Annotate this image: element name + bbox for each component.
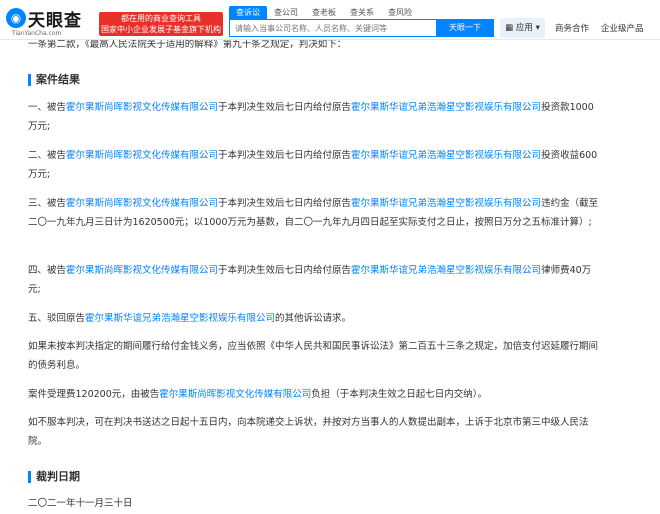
search-tabs: 查诉讼 查公司 查老板 查关系 查风险 bbox=[229, 6, 419, 19]
result-item-3: 三、被告霍尔果斯尚晖影视文化传媒有限公司于本判决生效后七日内给付原告霍尔果斯华谊… bbox=[28, 194, 600, 232]
tab-lawsuit[interactable]: 查诉讼 bbox=[229, 6, 267, 19]
defendant-link[interactable]: 霍尔果斯尚晖影视文化传媒有限公司 bbox=[66, 265, 218, 276]
result-item-2: 二、被告霍尔果斯尚晖影视文化传媒有限公司于本判决生效后七日内给付原告霍尔果斯华谊… bbox=[28, 146, 600, 184]
appeal-paragraph: 如不服本判决，可在判决书送达之日起十五日内，向本院递交上诉状，并按对方当事人的人… bbox=[28, 417, 589, 447]
result-section-title: 案件结果 bbox=[28, 73, 80, 87]
item4-prefix: 四、被告 bbox=[28, 265, 67, 276]
interest-paragraph: 如果未按本判决指定的期间履行给付金钱义务，应当依照《中华人民共和国民事诉讼法》第… bbox=[28, 341, 599, 371]
item4-mid: 于本判决生效后七日内给付原告 bbox=[218, 265, 352, 276]
plaintiff-link[interactable]: 霍尔果斯华谊兄弟浩瀚星空影视娱乐有限公司 bbox=[351, 198, 541, 209]
date-title-text: 裁判日期 bbox=[36, 470, 80, 483]
search-button[interactable]: 天眼一下 bbox=[436, 19, 494, 37]
fee-suffix: 负担（于本判决生效之日起七日内交纳）。 bbox=[311, 389, 488, 400]
slogan-line-1: 都在用的商业查询工具 bbox=[121, 14, 201, 23]
plaintiff-link[interactable]: 霍尔果斯华谊兄弟浩瀚星空影视娱乐有限公司 bbox=[85, 313, 275, 324]
tab-boss[interactable]: 查老板 bbox=[305, 6, 343, 19]
tianyancha-logo[interactable]: ◉ 天眼查 TianYanCha.com bbox=[6, 6, 96, 37]
search-box bbox=[229, 19, 436, 37]
plaintiff-link[interactable]: 霍尔果斯华谊兄弟浩瀚星空影视娱乐有限公司 bbox=[351, 265, 541, 276]
tab-relation[interactable]: 查关系 bbox=[343, 6, 381, 19]
item2-mid: 于本判决生效后七日内给付原告 bbox=[218, 150, 352, 161]
logo-text: 天眼查 bbox=[28, 11, 82, 31]
top-header: ◉ 天眼查 TianYanCha.com 都在用的商业查询工具 国家中小企业发展… bbox=[0, 0, 660, 40]
item2-prefix: 二、被告 bbox=[28, 150, 67, 161]
judgment-date: 二〇二一年十一月三十日 bbox=[28, 498, 133, 509]
defendant-link[interactable]: 霍尔果斯尚晖影视文化传媒有限公司 bbox=[66, 150, 218, 161]
plaintiff-link[interactable]: 霍尔果斯华谊兄弟浩瀚星空影视娱乐有限公司 bbox=[351, 150, 541, 161]
item3-prefix: 三、被告 bbox=[28, 198, 67, 209]
item5-suffix: 的其他诉讼请求。 bbox=[275, 313, 352, 324]
fee-prefix: 案件受理费120200元，由被告 bbox=[28, 389, 160, 400]
result-title-text: 案件结果 bbox=[36, 73, 80, 86]
result-item-1: 一、被告霍尔果斯尚晖影视文化传媒有限公司于本判决生效后七日内给付原告霍尔果斯华谊… bbox=[28, 98, 600, 136]
item5-prefix: 五、驳回原告 bbox=[28, 313, 86, 324]
item1-prefix: 一、被告 bbox=[28, 102, 67, 113]
slogan-line-2: 国家中小企业发展子基金旗下机构 bbox=[101, 25, 221, 34]
apps-menu-button[interactable]: ▦ 应用 ▾ bbox=[500, 18, 545, 38]
result-item-5: 五、驳回原告霍尔果斯华谊兄弟浩瀚星空影视娱乐有限公司的其他诉讼请求。 bbox=[28, 309, 600, 328]
grid-icon: ▦ bbox=[505, 23, 514, 33]
fee-paragraph: 案件受理费120200元，由被告霍尔果斯尚晖影视文化传媒有限公司负担（于本判决生… bbox=[28, 385, 600, 404]
slogan-banner[interactable]: 都在用的商业查询工具 国家中小企业发展子基金旗下机构 bbox=[99, 12, 223, 36]
defendant-link[interactable]: 霍尔果斯尚晖影视文化传媒有限公司 bbox=[66, 198, 218, 209]
logo-domain: TianYanCha.com bbox=[12, 30, 62, 37]
defendant-link[interactable]: 霍尔果斯尚晖影视文化传媒有限公司 bbox=[66, 102, 218, 113]
business-cooperation-link[interactable]: 商务合作 bbox=[555, 22, 589, 34]
defendant-link[interactable]: 霍尔果斯尚晖影视文化传媒有限公司 bbox=[159, 389, 311, 400]
item3-mid: 于本判决生效后七日内给付原告 bbox=[218, 198, 352, 209]
result-item-4: 四、被告霍尔果斯尚晖影视文化传媒有限公司于本判决生效后七日内给付原告霍尔果斯华谊… bbox=[28, 261, 600, 299]
caret-down-icon: ▾ bbox=[535, 23, 540, 33]
logo-eye-icon: ◉ bbox=[6, 8, 26, 28]
search-input[interactable] bbox=[230, 20, 436, 36]
date-section-title: 裁判日期 bbox=[28, 470, 80, 484]
tab-risk[interactable]: 查风险 bbox=[381, 6, 419, 19]
item1-mid: 于本判决生效后七日内给付原告 bbox=[218, 102, 352, 113]
apps-label: 应用 bbox=[515, 23, 533, 33]
tab-company[interactable]: 查公司 bbox=[267, 6, 305, 19]
enterprise-products-link[interactable]: 企业级产品 bbox=[601, 22, 644, 34]
plaintiff-link[interactable]: 霍尔果斯华谊兄弟浩瀚星空影视娱乐有限公司 bbox=[351, 102, 541, 113]
